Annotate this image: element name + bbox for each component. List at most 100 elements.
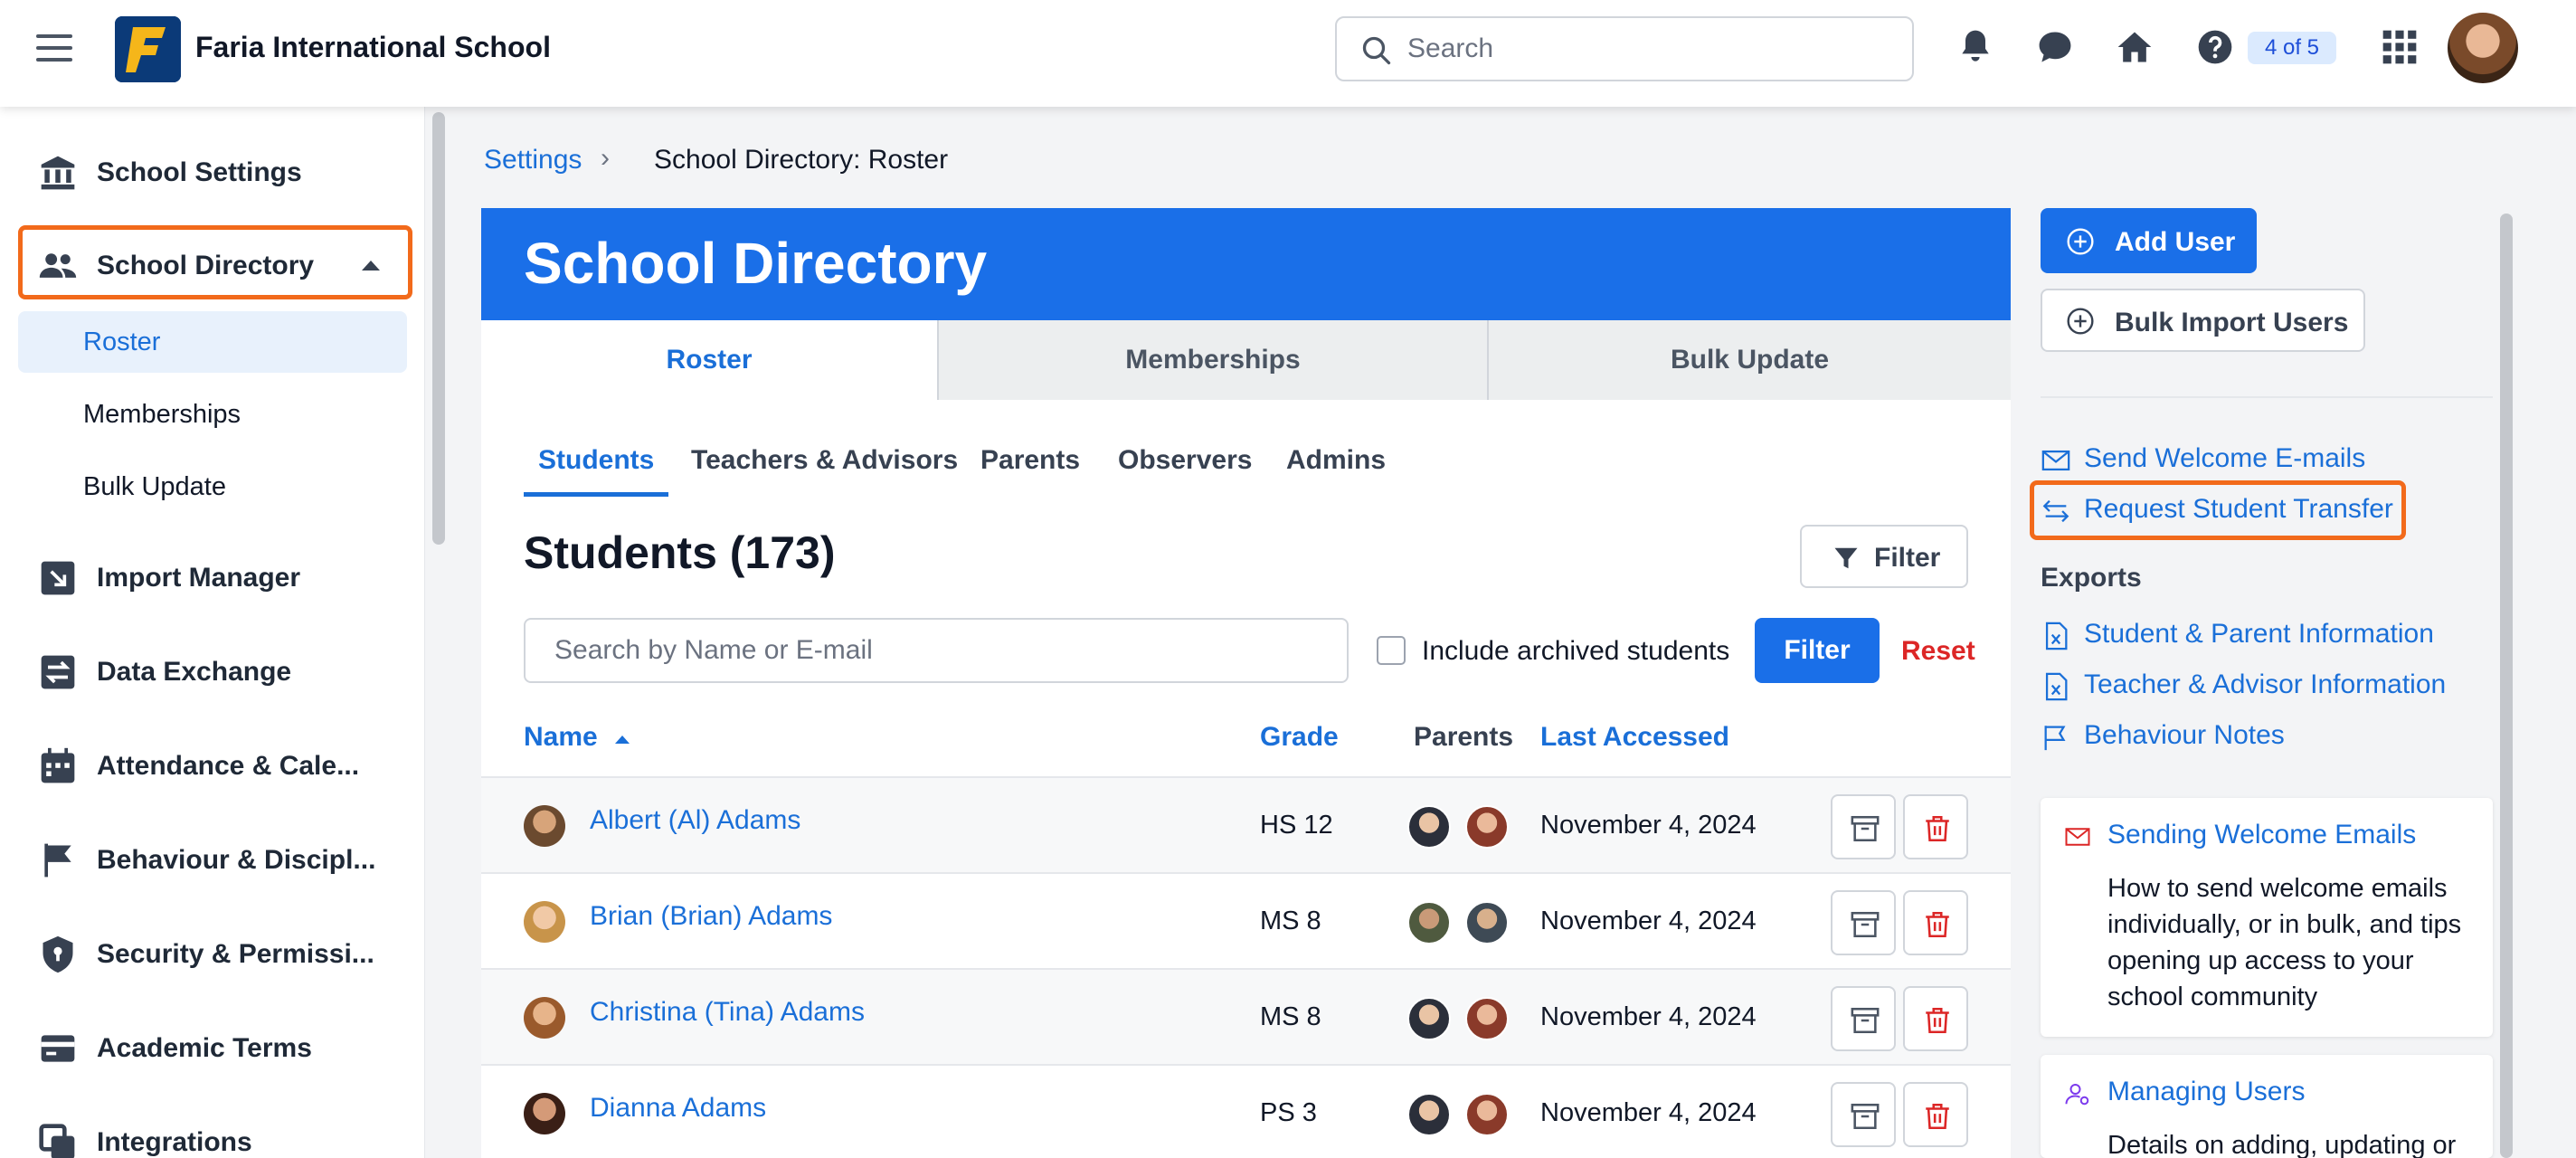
plus-circle-icon [2067, 228, 2094, 255]
archive-button[interactable] [1831, 986, 1896, 1051]
sidebar-subitem-roster[interactable]: Roster [18, 311, 407, 373]
notification-count-badge[interactable]: 4 of 5 [2248, 32, 2336, 64]
trash-icon [1926, 815, 1949, 842]
global-search-input[interactable] [1407, 31, 1878, 67]
student-name-link[interactable]: Dianna Adams [590, 1093, 766, 1124]
parent-avatar[interactable] [1407, 805, 1451, 849]
tab-bulk-update[interactable]: Bulk Update [1487, 320, 2011, 400]
directory-card: School Directory Roster Memberships Bulk… [481, 208, 2011, 1158]
student-name-link[interactable]: Brian (Brian) Adams [590, 901, 832, 932]
help-card-managing-users[interactable]: Managing Users Details on adding, updati… [2041, 1055, 2493, 1158]
student-avatar [524, 901, 565, 943]
import-icon [41, 561, 75, 595]
trash-icon [1926, 1007, 1949, 1034]
excel-file-icon [2045, 622, 2068, 650]
archive-button[interactable] [1831, 794, 1896, 859]
name-email-search-input[interactable] [524, 618, 1349, 683]
last-accessed-date: November 4, 2024 [1540, 906, 1757, 935]
bulk-import-label: Bulk Import Users [2115, 308, 2349, 337]
apps-grid-icon[interactable] [2380, 27, 2420, 67]
bell-icon[interactable] [1956, 27, 1995, 67]
subtab-observers[interactable]: Observers [1118, 445, 1252, 476]
parent-avatar[interactable] [1465, 997, 1509, 1040]
add-user-button[interactable]: Add User [2041, 208, 2257, 273]
archive-button[interactable] [1831, 1082, 1896, 1147]
delete-button[interactable] [1903, 986, 1968, 1051]
sidebar-item-security-permissions[interactable]: Security & Permissi... [0, 923, 425, 986]
archive-icon [1851, 1007, 1880, 1034]
last-accessed-date: November 4, 2024 [1540, 1002, 1757, 1031]
sidebar-item-attendance-calendar[interactable]: Attendance & Cale... [0, 735, 425, 798]
card-header: School Directory [481, 208, 2011, 320]
sort-ascending-icon [615, 736, 630, 744]
include-archived-checkbox[interactable] [1377, 636, 1406, 665]
parent-avatar[interactable] [1465, 805, 1509, 849]
envelope-icon [2065, 828, 2090, 846]
sidebar-scrollbar[interactable] [432, 112, 445, 545]
subtab-students[interactable]: Students [538, 445, 654, 476]
parent-avatar[interactable] [1407, 997, 1451, 1040]
sidebar-subitem-memberships[interactable]: Memberships [18, 384, 407, 445]
selected-item-highlight [18, 225, 412, 299]
students-heading: Students (173) [524, 527, 836, 578]
column-header-name[interactable]: Name [524, 722, 630, 753]
sidebar-item-behaviour-discipline[interactable]: Behaviour & Discipl... [0, 829, 425, 892]
student-avatar [524, 1093, 565, 1134]
top-bar: Faria International School 4 of 5 [0, 0, 2576, 107]
plus-circle-icon [2067, 308, 2094, 335]
exports-heading: Exports [2041, 563, 2142, 593]
sidebar-item-data-exchange[interactable]: Data Exchange [0, 641, 425, 704]
excel-file-icon [2045, 672, 2068, 701]
delete-button[interactable] [1903, 890, 1968, 955]
delete-button[interactable] [1903, 1082, 1968, 1147]
parent-avatar[interactable] [1407, 901, 1451, 944]
envelope-icon [2041, 450, 2070, 471]
student-grade: PS 3 [1260, 1098, 1317, 1127]
column-header-parents: Parents [1414, 722, 1514, 752]
column-header-last-accessed[interactable]: Last Accessed [1540, 722, 1729, 753]
user-avatar[interactable] [2448, 13, 2518, 83]
main-tabs: Roster Memberships Bulk Update [481, 320, 2011, 400]
breadcrumb-current: School Directory: Roster [654, 145, 949, 175]
help-icon[interactable] [2195, 27, 2235, 67]
help-card-body: How to send welcome emails individually,… [2107, 874, 2462, 1011]
sidebar-item-import-manager[interactable]: Import Manager [0, 546, 425, 610]
filter-toggle-button[interactable]: Filter [1800, 525, 1968, 588]
sidebar-item-school-settings[interactable]: School Settings [0, 141, 425, 204]
archive-button[interactable] [1831, 890, 1896, 955]
chat-icon[interactable] [2035, 27, 2075, 67]
hamburger-menu-icon[interactable] [36, 34, 72, 65]
subtab-teachers-advisors[interactable]: Teachers & Advisors [691, 445, 958, 476]
subtab-parents[interactable]: Parents [980, 445, 1080, 476]
sidebar-item-academic-terms[interactable]: Academic Terms [0, 1017, 425, 1080]
school-logo[interactable] [115, 16, 181, 82]
tab-memberships[interactable]: Memberships [937, 320, 1487, 400]
reset-link[interactable]: Reset [1901, 636, 1975, 667]
table-row: Christina (Tina) Adams MS 8 November 4, … [481, 968, 2011, 1064]
parent-avatar[interactable] [1407, 1093, 1451, 1136]
sidebar-item-integrations[interactable]: Integrations [0, 1111, 425, 1158]
flag-outline-icon [2044, 726, 2066, 751]
breadcrumb-settings-link[interactable]: Settings [484, 145, 582, 176]
student-name-link[interactable]: Albert (Al) Adams [590, 805, 800, 836]
subtab-admins[interactable]: Admins [1286, 445, 1386, 476]
home-icon[interactable] [2115, 27, 2155, 67]
table-row: Brian (Brian) Adams MS 8 November 4, 202… [481, 872, 2011, 968]
app-title: Faria International School [195, 31, 551, 63]
bulk-import-users-button[interactable]: Bulk Import Users [2041, 289, 2365, 352]
column-header-grade[interactable]: Grade [1260, 722, 1339, 753]
parent-avatar[interactable] [1465, 1093, 1509, 1136]
help-card-sending-welcome-emails[interactable]: Sending Welcome Emails How to send welco… [2041, 798, 2493, 1037]
parent-avatar[interactable] [1465, 901, 1509, 944]
right-panel-scrollbar[interactable] [2500, 214, 2513, 1158]
student-name-link[interactable]: Christina (Tina) Adams [590, 997, 865, 1028]
filter-button[interactable]: Filter [1755, 618, 1880, 683]
student-avatar [524, 997, 565, 1039]
bank-icon [41, 156, 75, 190]
sidebar-subitem-bulk-update[interactable]: Bulk Update [18, 456, 407, 517]
integrations-icon [39, 1124, 75, 1158]
delete-button[interactable] [1903, 794, 1968, 859]
global-search[interactable] [1335, 16, 1914, 81]
student-grade: MS 8 [1260, 1002, 1321, 1031]
tab-roster[interactable]: Roster [481, 320, 937, 400]
